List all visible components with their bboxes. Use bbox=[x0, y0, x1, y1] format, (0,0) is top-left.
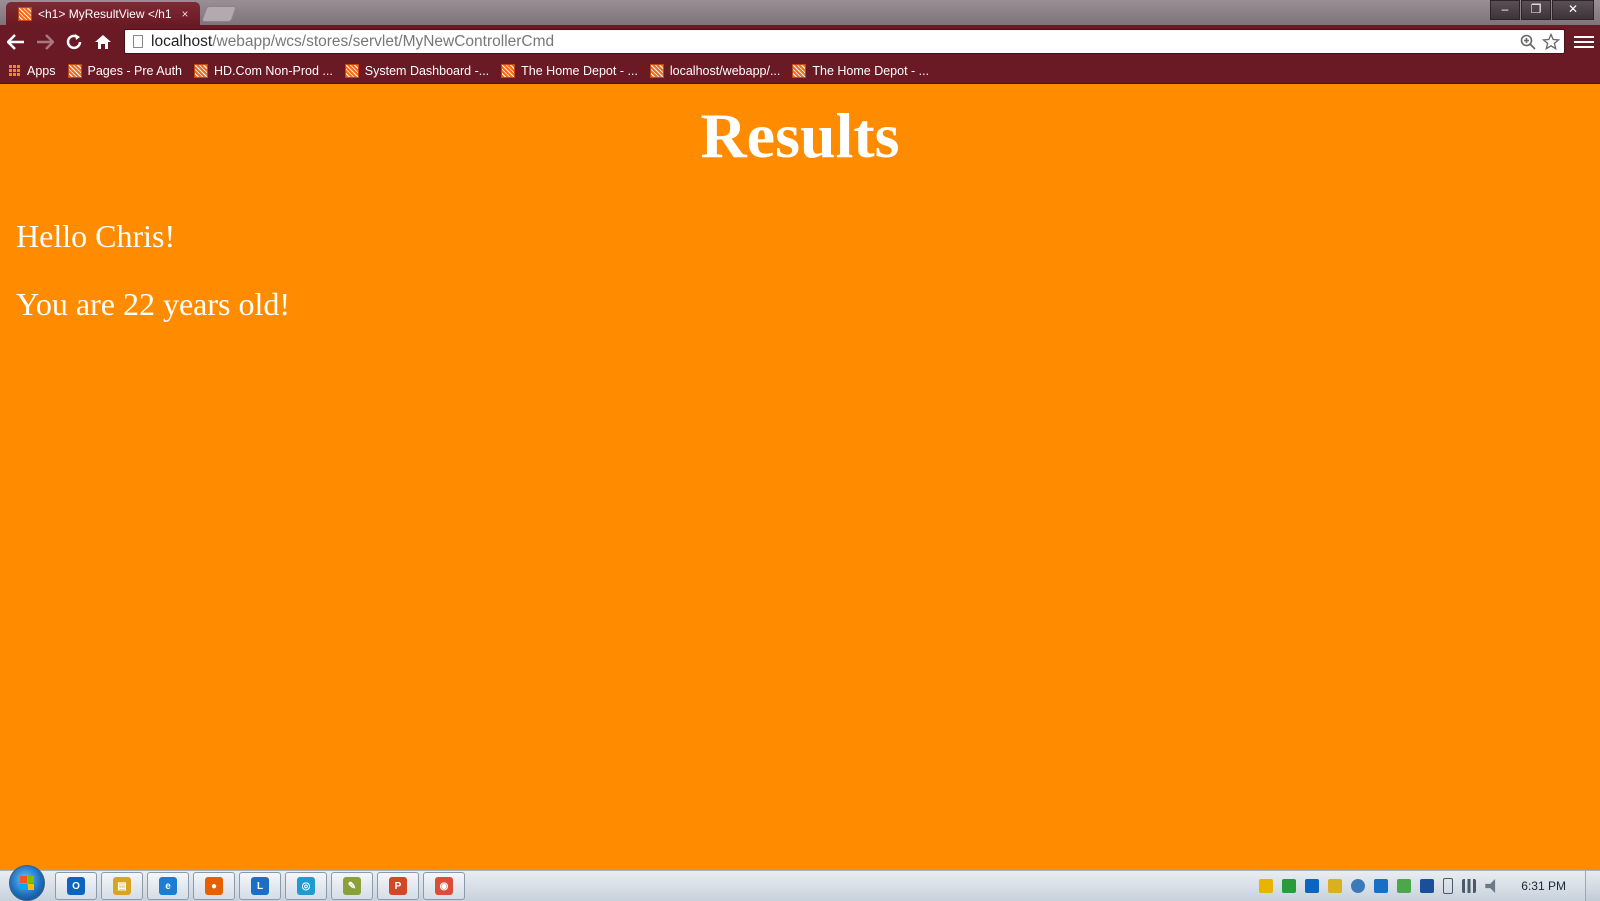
bookmark-label: Apps bbox=[27, 63, 56, 78]
homedepot-favicon-icon bbox=[792, 63, 807, 78]
bluetooth-icon[interactable] bbox=[1420, 879, 1435, 893]
explorer-icon: ▤ bbox=[113, 877, 131, 895]
bookmark-star-icon[interactable] bbox=[1541, 32, 1561, 52]
tab-title: <h1> MyResultView </h1 bbox=[38, 6, 172, 21]
bookmark-item[interactable]: The Home Depot - ... bbox=[792, 63, 930, 78]
taskbar-app-notepad[interactable]: ✎ bbox=[331, 872, 373, 900]
apps-grid-icon bbox=[9, 65, 20, 76]
taskbar-app-explorer[interactable]: ▤ bbox=[101, 872, 143, 900]
taskbar-app-firefox[interactable]: ● bbox=[193, 872, 235, 900]
windows-logo-icon bbox=[20, 876, 34, 890]
bookmark-item[interactable]: The Home Depot - ... bbox=[501, 63, 638, 78]
tray-network-icon[interactable] bbox=[1351, 879, 1366, 893]
signal-icon[interactable] bbox=[1462, 879, 1477, 893]
tab-active[interactable]: <h1> MyResultView </h1 × bbox=[6, 2, 200, 25]
show-desktop-button[interactable] bbox=[1585, 871, 1600, 901]
greeting-text: Hello Chris! bbox=[16, 218, 176, 254]
bookmark-item[interactable]: System Dashboard -... bbox=[344, 63, 490, 78]
homedepot-favicon-icon bbox=[18, 6, 32, 21]
bookmark-label: The Home Depot - ... bbox=[812, 63, 930, 78]
target-app-icon: ◎ bbox=[297, 877, 315, 895]
taskbar-app-powerpoint[interactable]: P bbox=[377, 872, 419, 900]
taskbar-app-target-app[interactable]: ◎ bbox=[285, 872, 327, 900]
firefox-icon: ● bbox=[205, 877, 223, 895]
close-window-button[interactable]: ✕ bbox=[1552, 0, 1594, 20]
reload-button[interactable] bbox=[61, 29, 87, 55]
bookmark-label: System Dashboard -... bbox=[364, 63, 490, 78]
tab-close-icon[interactable]: × bbox=[178, 7, 192, 21]
tray-app-icon[interactable] bbox=[1282, 879, 1297, 893]
browser-title-bar: <h1> MyResultView </h1 × – ❐ ✕ bbox=[0, 0, 1600, 25]
lync-icon: L bbox=[251, 877, 269, 895]
homedepot-favicon-icon bbox=[344, 63, 359, 78]
back-button[interactable] bbox=[3, 29, 29, 55]
home-icon bbox=[95, 34, 111, 49]
bookmarks-bar: Apps Pages - Pre Auth HD.Com Non-Prod ..… bbox=[0, 58, 1600, 84]
tray-lync-icon[interactable] bbox=[1374, 879, 1389, 893]
forward-arrow-icon bbox=[37, 33, 54, 50]
age-text: You are 22 years old! bbox=[16, 286, 291, 322]
bookmark-item[interactable]: localhost/webapp/... bbox=[649, 63, 781, 78]
window-controls: – ❐ ✕ bbox=[1489, 0, 1594, 20]
notepad-icon: ✎ bbox=[343, 877, 361, 895]
taskbar-clock[interactable]: 6:31 PM bbox=[1521, 879, 1566, 893]
taskbar-app-lync[interactable]: L bbox=[239, 872, 281, 900]
bookmark-apps[interactable]: Apps bbox=[9, 64, 56, 78]
bookmark-item[interactable]: HD.Com Non-Prod ... bbox=[194, 63, 333, 78]
homedepot-favicon-icon bbox=[649, 63, 664, 78]
restore-button[interactable]: ❐ bbox=[1521, 0, 1551, 20]
forward-button[interactable] bbox=[32, 29, 58, 55]
page-heading: Results bbox=[700, 100, 900, 171]
tray-security-icon[interactable] bbox=[1397, 879, 1412, 893]
homedepot-favicon-icon bbox=[194, 63, 209, 78]
taskbar-app-chrome[interactable]: ◉ bbox=[423, 872, 465, 900]
reload-icon bbox=[66, 33, 82, 49]
system-tray: 6:31 PM bbox=[1250, 871, 1576, 901]
url-path: /webapp/wcs/stores/servlet/MyNewControll… bbox=[212, 32, 555, 50]
zoom-icon[interactable] bbox=[1518, 32, 1538, 52]
page-content: Results Hello Chris! You are 22 years ol… bbox=[0, 84, 1600, 870]
address-bar[interactable]: localhost/webapp/wcs/stores/servlet/MyNe… bbox=[124, 29, 1565, 54]
tray-shield-icon[interactable] bbox=[1328, 879, 1343, 893]
bookmark-label: The Home Depot - ... bbox=[521, 63, 638, 78]
internet-explorer-icon: e bbox=[159, 877, 177, 895]
taskbar-app-internet-explorer[interactable]: e bbox=[147, 872, 189, 900]
taskbar-apps: O ▤ e ● L ◎ ✎ P ◉ bbox=[55, 872, 469, 900]
chrome-menu-icon[interactable] bbox=[1574, 29, 1594, 54]
chrome-icon: ◉ bbox=[435, 877, 453, 895]
bookmark-label: HD.Com Non-Prod ... bbox=[214, 63, 333, 78]
url-host: localhost bbox=[151, 32, 213, 50]
volume-icon[interactable] bbox=[1485, 879, 1496, 893]
minimize-button[interactable]: – bbox=[1490, 0, 1520, 20]
back-arrow-icon bbox=[7, 33, 24, 50]
start-button[interactable] bbox=[9, 865, 45, 901]
homedepot-favicon-icon bbox=[67, 63, 82, 78]
powerpoint-icon: P bbox=[389, 877, 407, 895]
bookmark-item[interactable]: Pages - Pre Auth bbox=[67, 63, 183, 78]
bookmark-label: localhost/webapp/... bbox=[669, 63, 781, 78]
taskbar-app-outlook[interactable]: O bbox=[55, 872, 97, 900]
page-icon bbox=[133, 35, 143, 48]
new-tab-button[interactable] bbox=[201, 6, 237, 22]
battery-icon[interactable] bbox=[1443, 878, 1454, 894]
homedepot-favicon-icon bbox=[501, 63, 516, 78]
browser-toolbar: localhost/webapp/wcs/stores/servlet/MyNe… bbox=[0, 25, 1600, 58]
home-button[interactable] bbox=[90, 29, 116, 55]
bookmark-label: Pages - Pre Auth bbox=[87, 63, 183, 78]
tray-app-icon[interactable] bbox=[1259, 879, 1274, 893]
windows-taskbar: O ▤ e ● L ◎ ✎ P ◉ 6:31 PM bbox=[0, 865, 1600, 901]
outlook-icon: O bbox=[67, 877, 85, 895]
tray-outlook-icon[interactable] bbox=[1305, 879, 1320, 893]
